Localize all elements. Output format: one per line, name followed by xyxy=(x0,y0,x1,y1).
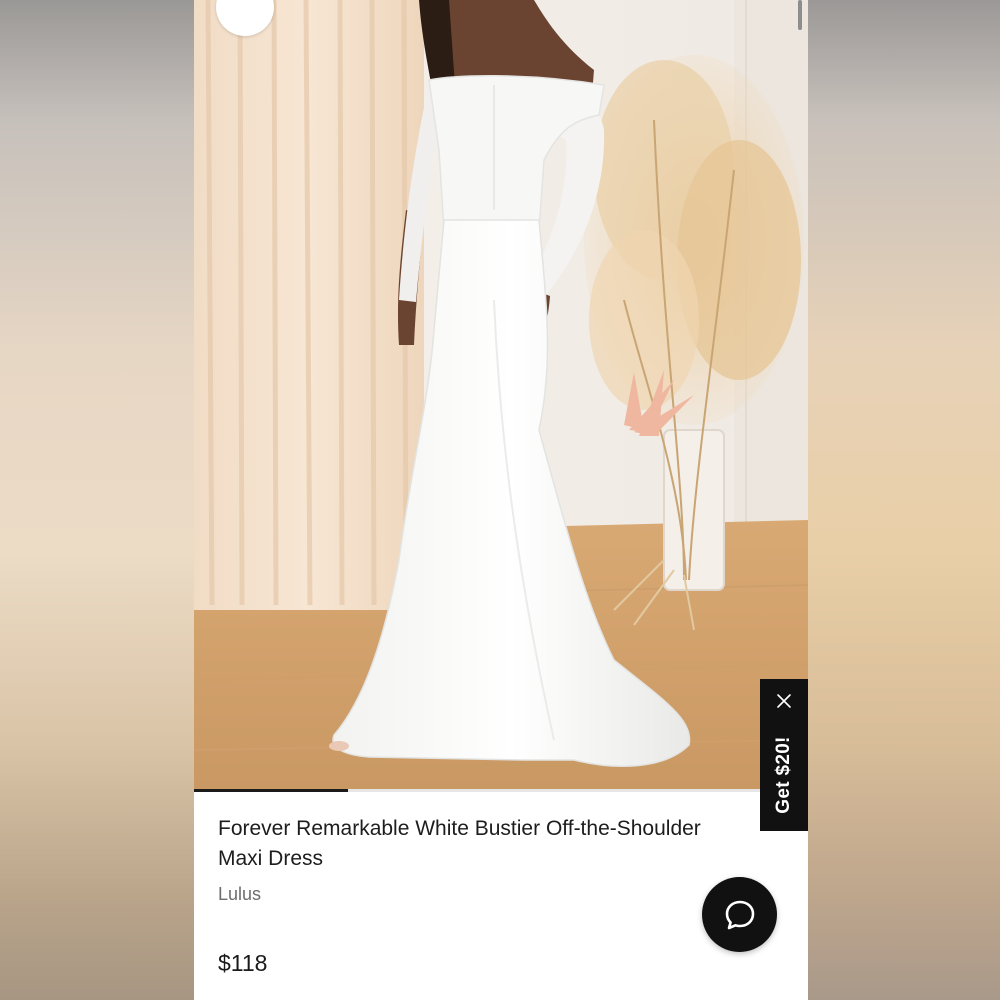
product-price: $118 xyxy=(218,950,268,976)
blurred-backdrop-left xyxy=(0,0,194,1000)
product-photo[interactable] xyxy=(194,0,808,790)
product-photo-illustration xyxy=(194,0,808,790)
gallery-progress-fill xyxy=(194,789,348,792)
product-page: Get $20! Forever Remarkable White Bustie… xyxy=(194,0,808,1000)
blurred-backdrop-right xyxy=(808,0,1000,1000)
product-title: Forever Remarkable White Bustier Off-the… xyxy=(218,817,701,870)
chat-button[interactable] xyxy=(702,877,777,952)
promo-tab[interactable]: Get $20! xyxy=(760,679,808,831)
promo-close-button[interactable] xyxy=(760,687,808,715)
gallery-progress-track xyxy=(194,789,808,792)
close-icon xyxy=(777,694,791,708)
chat-bubble-icon xyxy=(725,900,754,929)
product-brand[interactable]: Lulus xyxy=(218,884,261,905)
promo-label[interactable]: Get $20! xyxy=(773,736,795,813)
scroll-indicator[interactable] xyxy=(798,0,802,30)
